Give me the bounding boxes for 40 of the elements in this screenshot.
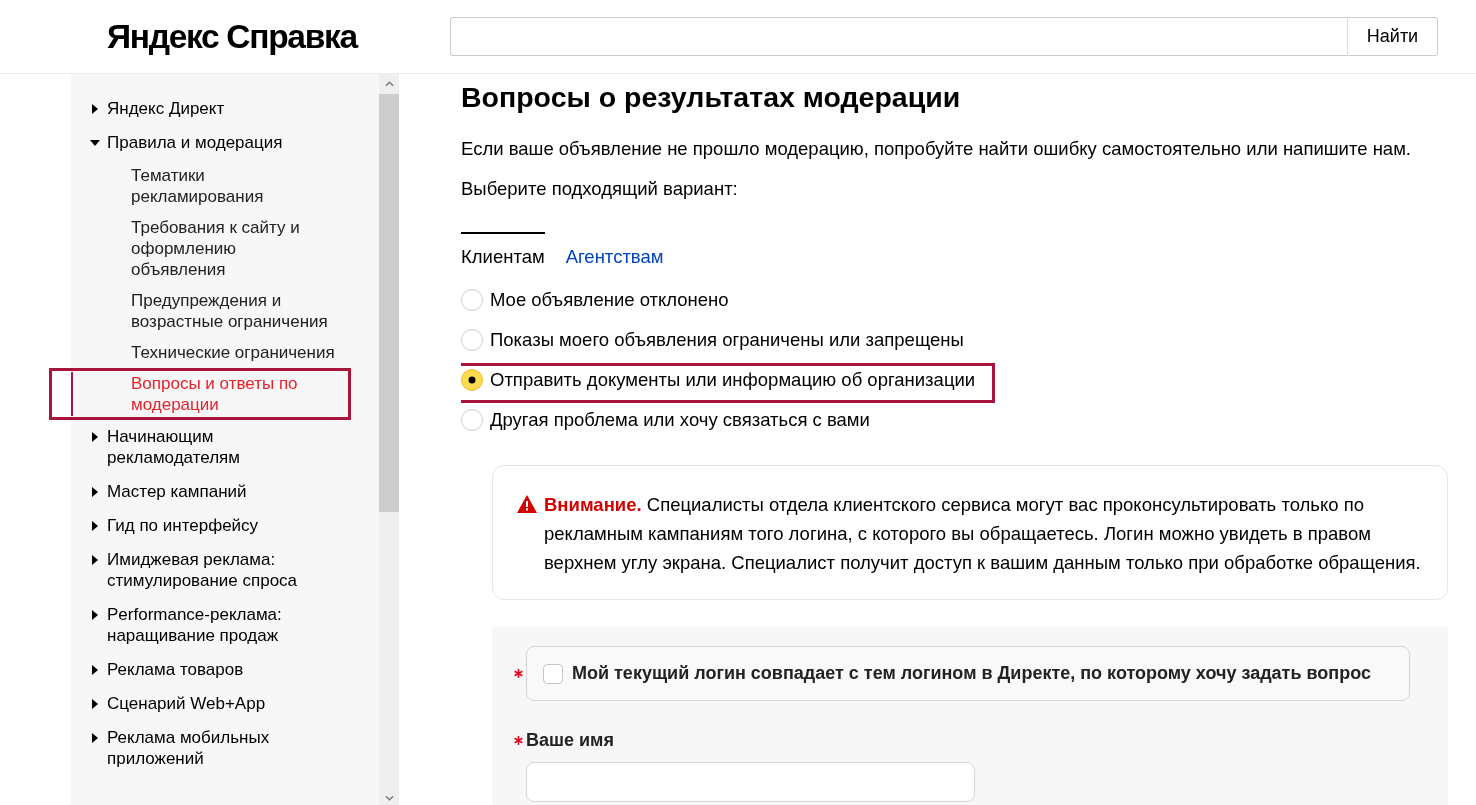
radio-option[interactable]: Отправить документы или информацию об организации (461, 365, 976, 395)
sidebar-item[interactable]: Тематики рекламирования (71, 160, 335, 212)
sidebar-item[interactable]: Сценарий Web+App (71, 687, 343, 721)
tab[interactable]: Агентствам (565, 232, 664, 268)
radio-icon[interactable] (461, 409, 483, 431)
warning-icon (517, 495, 537, 513)
page-title: Вопросы о результатах модерации (461, 80, 962, 114)
checkbox-field[interactable]: Мой текущий логин совпадает с тем логином в Директе, по которому хочу задать вопрос (526, 646, 1410, 701)
intro-text: Если ваше объявление не прошло модерацию, попробуйте найти ошибку самостоятельно или напишите нам. (461, 138, 1412, 160)
radio-icon[interactable] (461, 289, 483, 311)
sidebar-item[interactable]: Начинающим рекламодателям (71, 420, 343, 475)
sidebar-item[interactable]: Предупреждения и возрастные ограничения (71, 285, 335, 337)
sidebar-item[interactable]: Яндекс Директ (71, 92, 343, 126)
field-label: Ваше имя (526, 729, 614, 751)
notice-text: Внимание. Специалисты отдела клиентского сервиса могут вас проконсультировать только по рекламным кампаниям того логина, с которого вы обращаетесь. Логин можно увидеть в правом верхнем углу экрана. Специалист получит доступ к вашим данным только при обработке обращения. (544, 493, 1422, 575)
sidebar-item[interactable]: Мастер кампаний (71, 475, 343, 509)
sidebar-item[interactable]: Имиджевая реклама: стимулирование спроса (71, 543, 343, 598)
sidebar-item[interactable]: Performance-реклама: наращивание продаж (71, 598, 343, 653)
sidebar-item[interactable]: Технические ограничения (71, 337, 335, 368)
prompt-text: Выберите подходящий вариант: (461, 178, 739, 200)
radio-option[interactable]: Мое объявление отклонено (461, 285, 729, 315)
name-input[interactable] (526, 762, 975, 802)
sidebar-item[interactable]: Вопросы и ответы по модерации (71, 372, 335, 416)
sidebar-item[interactable]: Требования к сайту и оформлению объявления (71, 212, 335, 285)
sidebar-item[interactable]: Реклама мобильных приложений (71, 721, 343, 776)
chevron-down-icon[interactable] (384, 795, 394, 801)
sidebar-item[interactable]: Гид по интерфейсу (71, 509, 343, 543)
tab[interactable]: Клиентам (461, 232, 545, 268)
checkbox-icon[interactable] (543, 663, 563, 684)
sidebar-item[interactable]: Правила и модерация (71, 126, 343, 160)
scrollbar-thumb[interactable] (379, 94, 399, 512)
search-button[interactable]: Найти (1348, 17, 1438, 56)
search-field[interactable] (450, 17, 1348, 56)
site-logo[interactable]: Яндекс Справка (107, 16, 357, 57)
radio-option[interactable]: Показы моего объявления ограничены или запрещены (461, 325, 964, 355)
sidebar-item[interactable]: Реклама товаров (71, 653, 343, 687)
radio-option[interactable]: Другая проблема или хочу связаться с вами (461, 405, 870, 435)
radio-icon[interactable] (461, 369, 483, 391)
chevron-up-icon[interactable] (384, 81, 394, 87)
radio-icon[interactable] (461, 329, 483, 351)
